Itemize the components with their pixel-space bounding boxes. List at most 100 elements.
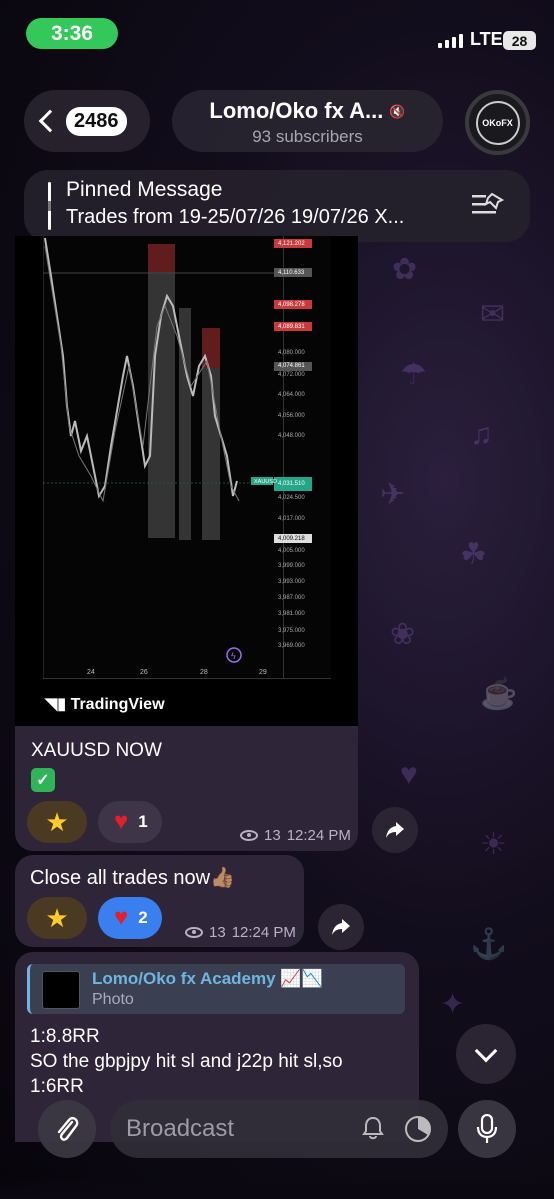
pinned-title: Pinned Message <box>66 178 223 201</box>
doodle-icon: ✈ <box>380 478 406 511</box>
doodle-icon: ☕ <box>480 678 518 711</box>
doodle-icon: ☘ <box>460 538 487 571</box>
price-tick-label: 4,080.000 <box>278 350 305 356</box>
chart-image[interactable]: XAUUSD 4,121.202 4,110.633 4,098.278 4,089.… <box>15 236 358 726</box>
share-button[interactable] <box>372 807 418 853</box>
channel-title: Lomo/Oko fx A... <box>209 98 384 123</box>
doodle-icon: ♫ <box>470 418 493 451</box>
broadcast-placeholder: Broadcast <box>126 1115 235 1142</box>
price-tick-label: 3,993.000 <box>278 579 305 585</box>
message-bubble[interactable]: Close all trades now👍🏽 ★ ♥ 2 13 12:24 PM <box>15 855 304 947</box>
chevron-down-icon <box>474 1039 498 1063</box>
eye-icon <box>185 927 203 938</box>
check-mark-icon: ✓ <box>31 768 55 792</box>
message-text: 1:8.8RR SO the gbpjpy hit sl and j22p hi… <box>30 1024 410 1099</box>
reply-type: Photo <box>92 991 134 1008</box>
price-tick-label: 4,056.000 <box>278 413 305 419</box>
muted-speaker-icon: 🔇 <box>389 104 406 120</box>
doodle-icon: ✦ <box>440 988 466 1021</box>
message-meta: 13 12:24 PM <box>185 924 296 941</box>
doodle-icon: ✉ <box>480 298 506 331</box>
avatar-logo: OKoFX <box>475 100 520 145</box>
date-tick-label: 24 <box>87 669 95 676</box>
share-button[interactable] <box>318 904 364 950</box>
price-tick-label: 4,009.218 <box>278 536 305 542</box>
message-text: XAUUSD NOW <box>31 740 162 761</box>
tradingview-brand: TradingView <box>70 696 165 713</box>
price-tick-label: 3,999.000 <box>278 563 305 569</box>
message-time: 12:24 PM <box>231 924 296 941</box>
broadcast-input[interactable]: Broadcast <box>110 1100 448 1158</box>
price-tick-label: 3,981.000 <box>278 611 305 617</box>
reply-preview[interactable]: Lomo/Oko fx Academy 📈📉 Photo <box>27 964 405 1014</box>
share-arrow-icon <box>332 919 350 935</box>
price-tick-label: 4,074.861 <box>278 363 305 369</box>
price-tick-label: 4,005.000 <box>278 548 305 554</box>
chevron-left-icon <box>38 109 62 133</box>
bell-icon[interactable] <box>362 1116 384 1140</box>
channel-avatar[interactable]: OKoFX <box>465 90 530 155</box>
back-button[interactable]: 2486 <box>24 90 150 152</box>
reaction-count: 1 <box>138 812 148 831</box>
status-time: 3:36 <box>26 18 118 49</box>
microphone-button[interactable] <box>458 1100 516 1158</box>
doodle-icon: ♥ <box>400 758 418 791</box>
attach-button[interactable] <box>38 1100 96 1158</box>
unread-count-badge: 2486 <box>66 106 127 136</box>
channel-header[interactable]: Lomo/Oko fx A... 🔇 93 subscribers <box>172 90 443 152</box>
doodle-icon: ☀ <box>480 828 507 861</box>
timer-icon[interactable] <box>404 1115 432 1143</box>
price-tick-label: 4,048.000 <box>278 433 305 439</box>
svg-text:ϟ: ϟ <box>231 651 236 661</box>
message-bubble[interactable]: XAUUSD 4,121.202 4,110.633 4,098.278 4,089.… <box>15 236 358 851</box>
price-tick-label: 3,987.000 <box>278 595 305 601</box>
subscriber-count: 93 subscribers <box>252 127 363 146</box>
reply-author: Lomo/Oko fx Academy 📈📉 <box>92 969 323 988</box>
pinned-text: Trades from 19-25/07/26 19/07/26 X... <box>66 206 405 228</box>
reaction-heart-button[interactable]: ♥ 1 <box>98 801 162 843</box>
price-tick-label: 4,064.000 <box>278 392 305 398</box>
doodle-icon: ❀ <box>390 618 416 651</box>
scroll-down-button[interactable] <box>456 1024 516 1084</box>
heart-icon: ♥ <box>114 808 129 835</box>
date-tick-label: 28 <box>200 669 208 676</box>
heart-icon: ♥ <box>114 904 129 931</box>
message-line: 1:8.8RR <box>30 1026 100 1047</box>
pin-list-icon[interactable] <box>472 192 504 218</box>
signal-icon <box>438 34 463 48</box>
paperclip-icon <box>57 1116 79 1141</box>
pinned-message-bar[interactable]: Pinned Message Trades from 19-25/07/26 1… <box>24 170 530 242</box>
share-arrow-icon <box>386 822 404 838</box>
date-tick-label: 26 <box>140 669 148 676</box>
message-time: 12:24 PM <box>286 827 351 844</box>
doodle-icon: ⚓ <box>470 928 508 961</box>
price-tick-label: 4,121.202 <box>278 241 305 247</box>
reaction-star-button[interactable]: ★ <box>27 801 87 843</box>
status-bar: 3:36 LTE 28 <box>0 0 554 66</box>
pinned-indicator <box>48 182 51 230</box>
microphone-icon <box>476 1114 498 1143</box>
date-tick-label: 29 <box>259 669 267 676</box>
doodle-icon: ☂ <box>400 358 427 391</box>
price-tick-label: 4,098.278 <box>278 302 305 308</box>
reaction-count: 2 <box>138 908 148 927</box>
star-icon: ★ <box>45 806 69 837</box>
eye-icon <box>240 830 258 841</box>
price-tick-label: 3,969.000 <box>278 643 305 649</box>
doodle-icon: ✿ <box>392 253 418 286</box>
tradingview-logo-icon: ◥▮ <box>45 696 71 713</box>
bottom-fade <box>0 1175 554 1199</box>
price-tick-label: 4,089.831 <box>278 324 305 330</box>
reaction-heart-button[interactable]: ♥ 2 <box>98 897 162 939</box>
reaction-star-button[interactable]: ★ <box>27 897 87 939</box>
view-count: 13 <box>264 827 281 844</box>
price-tick-label: 4,110.633 <box>278 270 305 276</box>
price-tick-label: 3,975.000 <box>278 628 305 634</box>
price-tick-label: 4,017.000 <box>278 516 305 522</box>
view-count: 13 <box>209 924 226 941</box>
network-label: LTE <box>470 29 503 49</box>
symbol-label: XAUUSD <box>254 479 277 485</box>
reply-thumbnail <box>42 971 80 1009</box>
message-line: SO the gbpjpy hit sl and j22p hit sl,so <box>30 1051 343 1072</box>
star-icon: ★ <box>45 902 69 933</box>
